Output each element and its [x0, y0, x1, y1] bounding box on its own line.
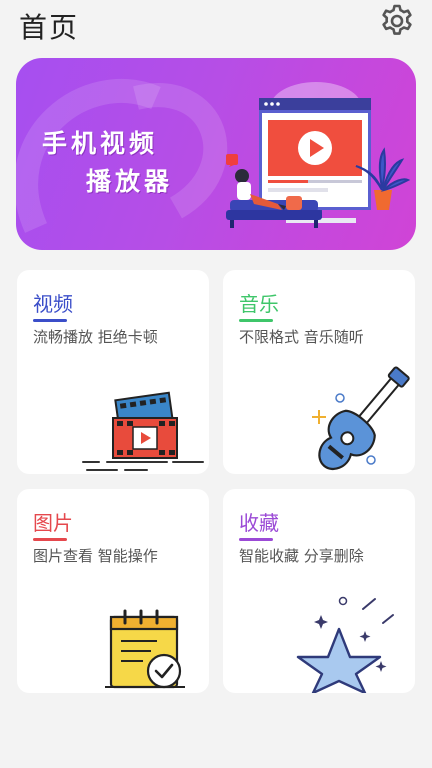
notepad-check-icon [105, 609, 185, 689]
guitar-icon [312, 366, 410, 470]
banner-title-line1: 手机视频 [42, 129, 159, 158]
header: 首页 [0, 0, 432, 52]
star-icon [296, 596, 394, 693]
music-card[interactable]: 音乐 不限格式 音乐随听 [223, 270, 415, 474]
pictures-card[interactable]: 图片 图片查看 智能操作 [17, 489, 209, 693]
banner-title-line2: 播放器 [86, 167, 174, 196]
film-play-icon [82, 391, 204, 471]
banner[interactable]: 手机视频 播放器 [16, 58, 416, 250]
gear-icon[interactable] [379, 3, 415, 39]
page-title: 首页 [19, 11, 80, 44]
video-card[interactable]: 视频 流畅播放 拒绝卡顿 [17, 270, 209, 474]
favorites-card[interactable]: 收藏 智能收藏 分享删除 [223, 489, 415, 693]
